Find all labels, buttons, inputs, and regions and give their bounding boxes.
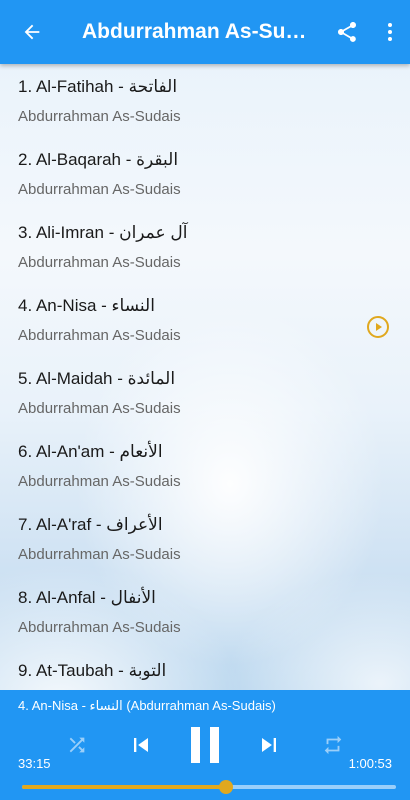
back-arrow-icon (24, 24, 40, 40)
surah-title: 7. Al-A'raf - الأعراف (18, 515, 163, 534)
repeat-icon (324, 735, 342, 755)
page-title: Abdurrahman As-Sudais (82, 20, 324, 43)
previous-button[interactable] (124, 728, 158, 762)
back-button[interactable] (0, 0, 64, 64)
play-circle-icon (367, 316, 389, 338)
seek-progress (22, 785, 227, 789)
list-item-surah-7[interactable]: 7. Al-A'raf - الأعراف Abdurrahman As-Sud… (0, 502, 410, 575)
now-playing-button[interactable] (366, 315, 390, 339)
elapsed-time: 33:15 (18, 756, 51, 771)
reciter-name: Abdurrahman As-Sudais (18, 327, 181, 344)
reciter-name: Abdurrahman As-Sudais (18, 254, 181, 271)
surah-list[interactable]: 1. Al-Fatihah - الفاتحة Abdurrahman As-S… (0, 64, 410, 690)
surah-title: 9. At-Taubah - التوبة (18, 661, 167, 680)
skip-next-icon (262, 738, 276, 752)
surah-title: 2. Al-Baqarah - البقرة (18, 150, 179, 169)
share-icon (338, 22, 356, 42)
share-button[interactable] (324, 0, 370, 64)
next-button[interactable] (252, 728, 286, 762)
app-bar: Abdurrahman As-Sudais (0, 0, 410, 64)
repeat-button[interactable] (318, 730, 348, 760)
more-options-button[interactable] (370, 0, 410, 64)
list-item-surah-6[interactable]: 6. Al-An'am - الأنعام Abdurrahman As-Sud… (0, 429, 410, 502)
shuffle-button[interactable] (62, 730, 92, 760)
reciter-name: Abdurrahman As-Sudais (18, 181, 181, 198)
skip-previous-icon (134, 738, 148, 752)
reciter-name: Abdurrahman As-Sudais (18, 473, 181, 490)
pause-button[interactable] (184, 722, 226, 768)
list-item-surah-5[interactable]: 5. Al-Maidah - المائدة Abdurrahman As-Su… (0, 356, 410, 429)
reciter-name: Abdurrahman As-Sudais (18, 108, 181, 125)
mini-player: 4. An-Nisa - النساء (Abdurrahman As-Suda… (0, 690, 410, 800)
list-item-surah-1[interactable]: 1. Al-Fatihah - الفاتحة Abdurrahman As-S… (0, 64, 410, 137)
now-playing-text: 4. An-Nisa - النساء (Abdurrahman As-Suda… (18, 698, 276, 713)
shuffle-icon (69, 737, 85, 753)
list-item-surah-4[interactable]: 4. An-Nisa - النساء Abdurrahman As-Sudai… (0, 283, 410, 356)
reciter-name: Abdurrahman As-Sudais (18, 400, 181, 417)
list-item-surah-8[interactable]: 8. Al-Anfal - الأنفال Abdurrahman As-Sud… (0, 575, 410, 648)
surah-title: 8. Al-Anfal - الأنفال (18, 588, 156, 607)
surah-title: 6. Al-An'am - الأنعام (18, 442, 163, 461)
surah-title: 5. Al-Maidah - المائدة (18, 369, 176, 388)
surah-title: 3. Ali-Imran - آل عمران (18, 223, 188, 242)
list-item-surah-2[interactable]: 2. Al-Baqarah - البقرة Abdurrahman As-Su… (0, 137, 410, 210)
seek-thumb[interactable] (219, 780, 234, 794)
more-vert-icon (388, 23, 392, 41)
surah-title: 4. An-Nisa - النساء (18, 296, 155, 315)
reciter-name: Abdurrahman As-Sudais (18, 619, 181, 636)
pause-icon (191, 727, 219, 763)
seek-bar[interactable] (22, 780, 396, 794)
list-item-surah-9[interactable]: 9. At-Taubah - التوبة Abdurrahman As-Sud… (0, 648, 410, 690)
reciter-name: Abdurrahman As-Sudais (18, 546, 181, 563)
list-item-surah-3[interactable]: 3. Ali-Imran - آل عمران Abdurrahman As-S… (0, 210, 410, 283)
total-duration: 1:00:53 (348, 756, 392, 771)
surah-title: 1. Al-Fatihah - الفاتحة (18, 77, 178, 96)
